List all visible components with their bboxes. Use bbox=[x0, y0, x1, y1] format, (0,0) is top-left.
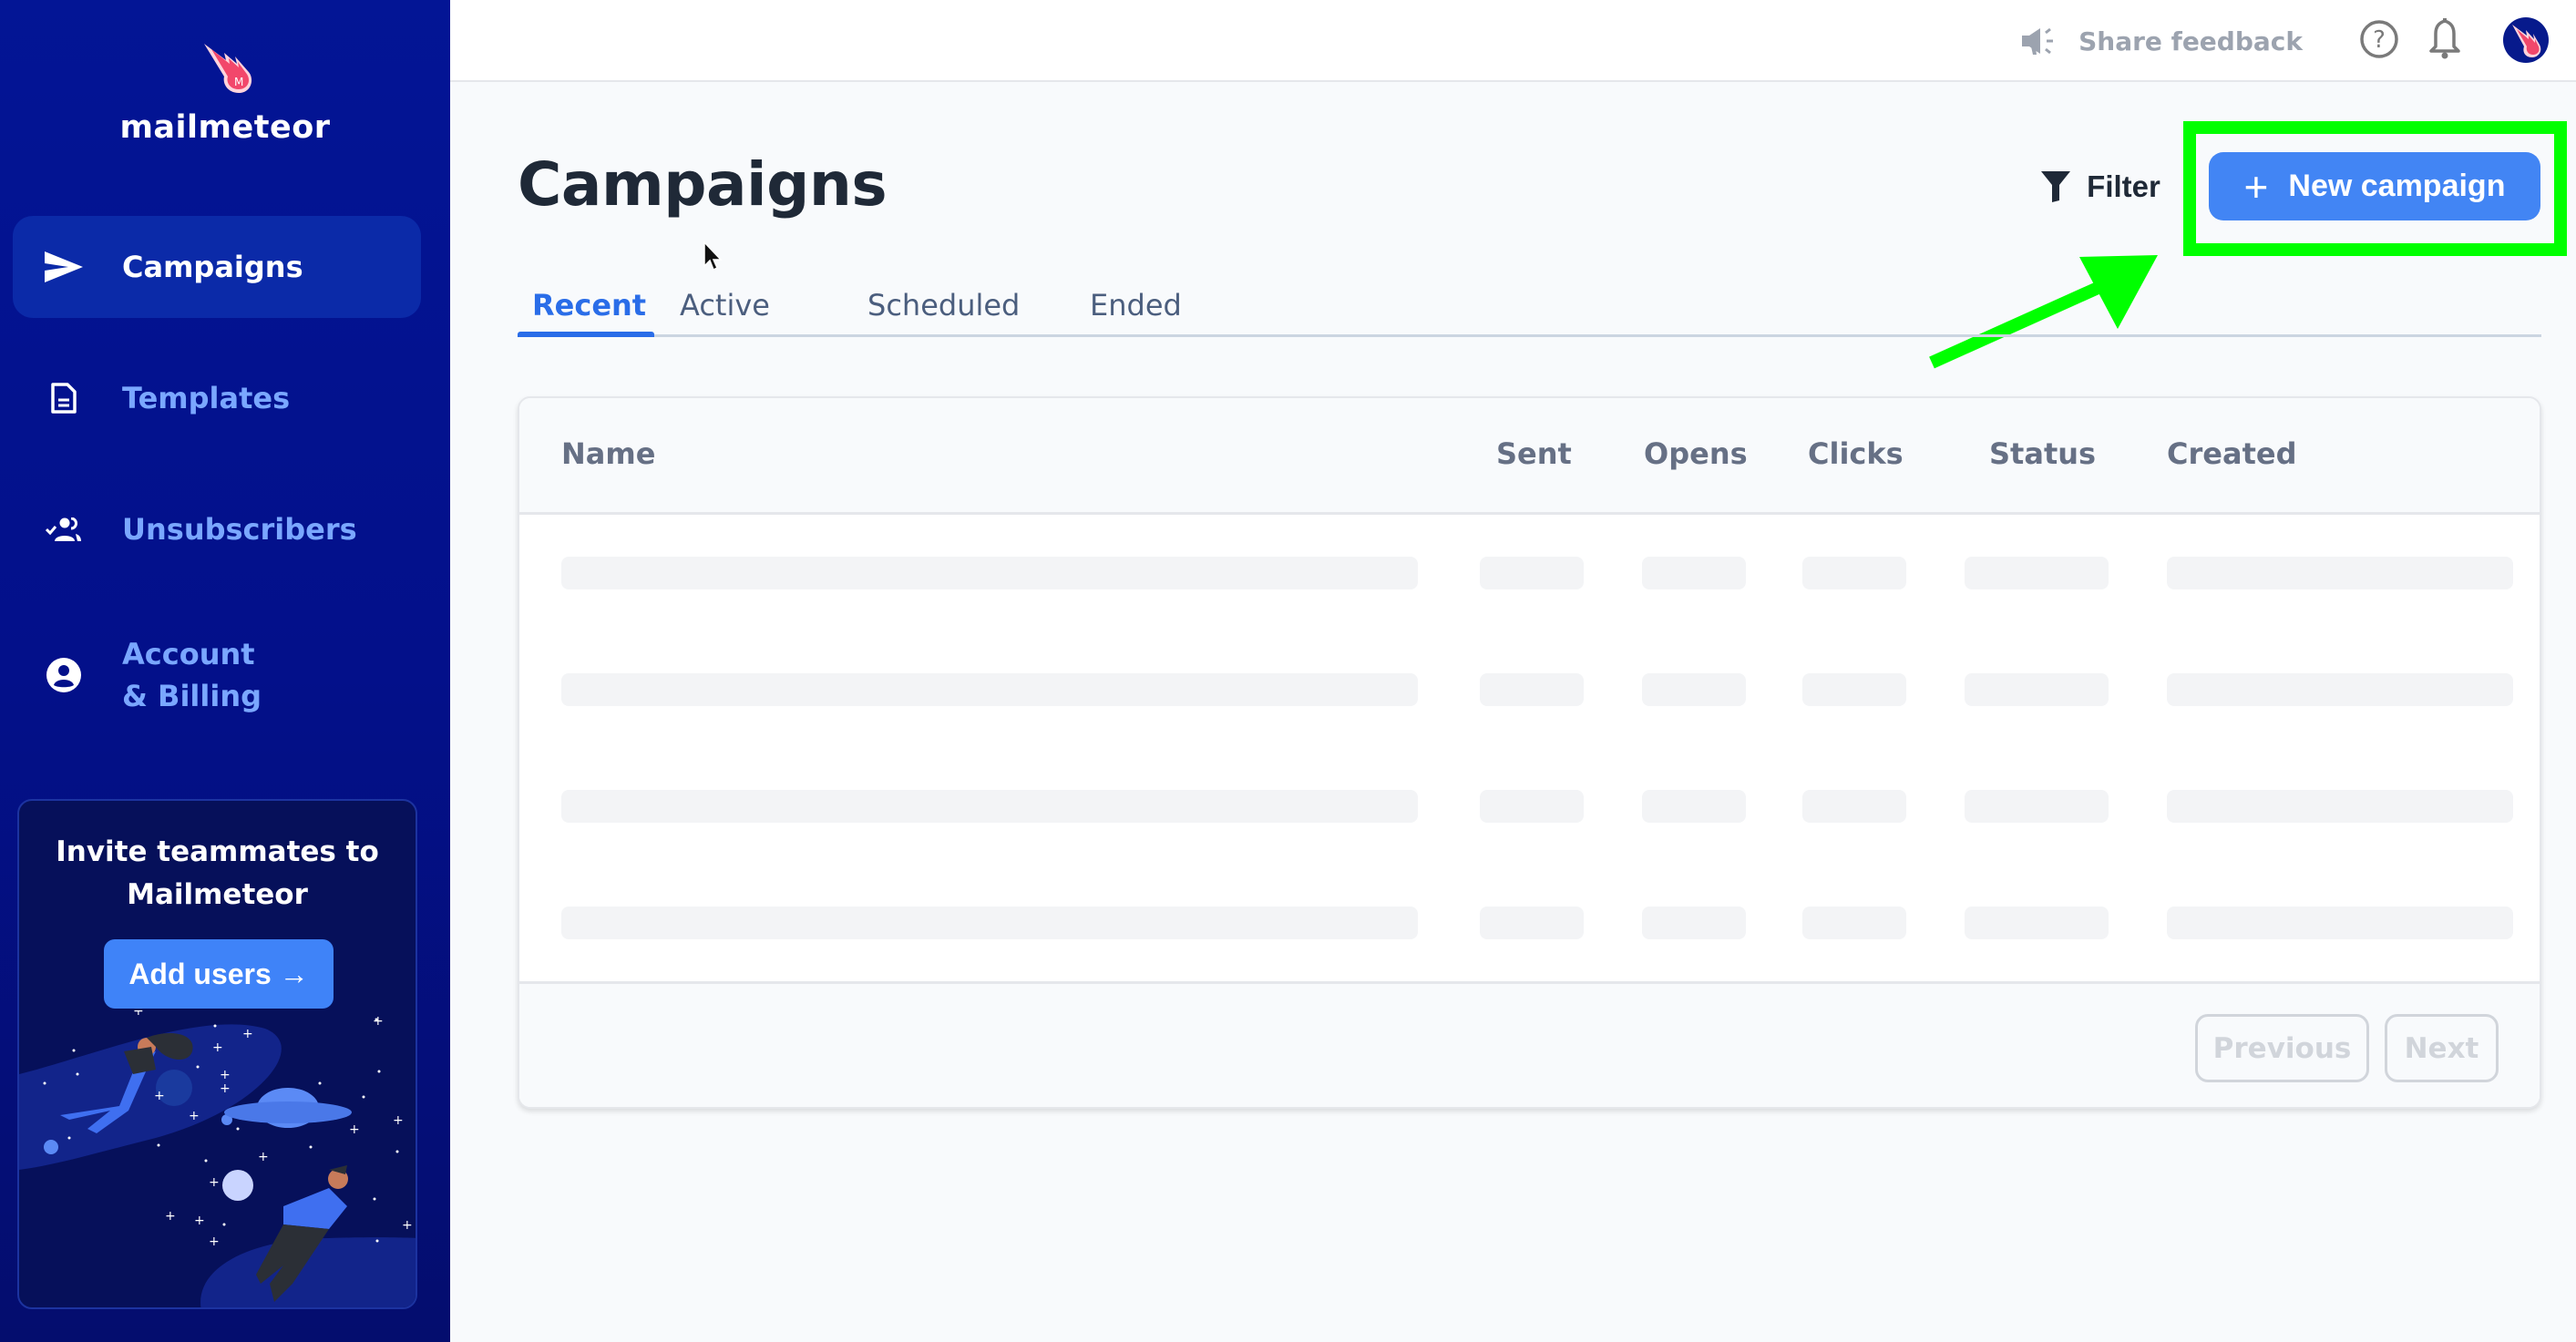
svg-text:+: + bbox=[220, 1081, 231, 1096]
svg-text:+: + bbox=[349, 1122, 360, 1137]
skeleton-cell bbox=[1642, 907, 1746, 939]
skeleton-cell bbox=[561, 790, 1418, 823]
column-header-clicks[interactable]: Clicks bbox=[1808, 436, 1904, 471]
share-feedback-button[interactable]: Share feedback bbox=[2020, 18, 2303, 64]
svg-text:+: + bbox=[194, 1214, 205, 1228]
sidebar-item-label: Account & Billing bbox=[122, 633, 262, 718]
column-header-sent[interactable]: Sent bbox=[1496, 436, 1572, 471]
svg-text:+: + bbox=[212, 1040, 223, 1055]
column-header-opens[interactable]: Opens bbox=[1644, 436, 1748, 471]
sidebar: M mailmeteor Campaigns Templates Unsubsc… bbox=[0, 0, 450, 1342]
skeleton-cell bbox=[1802, 673, 1906, 706]
label-line-2: & Billing bbox=[122, 679, 262, 713]
skeleton-cell bbox=[1480, 790, 1584, 823]
filter-button[interactable]: Filter bbox=[2021, 153, 2181, 220]
megaphone-icon bbox=[2022, 27, 2054, 55]
sidebar-item-unsubscribers[interactable]: Unsubscribers bbox=[13, 478, 421, 580]
skeleton-cell bbox=[1965, 673, 2109, 706]
invite-title-line-2: Mailmeteor bbox=[127, 877, 308, 911]
skeleton-cell bbox=[1802, 557, 1906, 589]
column-header-created[interactable]: Created bbox=[2167, 436, 2296, 471]
skeleton-cell bbox=[1802, 790, 1906, 823]
filter-icon bbox=[2041, 171, 2071, 202]
skeleton-cell bbox=[1642, 557, 1746, 589]
svg-text:+: + bbox=[242, 1027, 253, 1041]
sidebar-item-account-billing[interactable]: Account & Billing bbox=[13, 623, 421, 727]
svg-text:+: + bbox=[189, 1109, 200, 1123]
help-icon[interactable]: ? bbox=[2359, 19, 2399, 63]
svg-text:+: + bbox=[209, 1234, 220, 1249]
svg-text:+: + bbox=[154, 1089, 165, 1103]
skeleton-cell bbox=[2167, 790, 2513, 823]
invite-title-line-1: Invite teammates to bbox=[56, 835, 379, 868]
skeleton-cell bbox=[561, 907, 1418, 939]
svg-text:+: + bbox=[220, 1068, 231, 1082]
skeleton-cell bbox=[2167, 557, 2513, 589]
tab-scheduled[interactable]: Scheduled bbox=[853, 279, 1034, 332]
table-footer: Previous Next bbox=[519, 981, 2540, 1107]
top-bar: Share feedback ? bbox=[450, 0, 2576, 82]
add-users-button[interactable]: Add users → bbox=[104, 939, 334, 1009]
page-title: Campaigns bbox=[518, 149, 888, 220]
send-icon bbox=[44, 247, 84, 287]
svg-text:M: M bbox=[234, 76, 243, 88]
space-illustration: ++ ++ ++ ++ ++ ++ ++ ++ bbox=[19, 1010, 416, 1307]
column-header-name[interactable]: Name bbox=[561, 436, 655, 471]
campaigns-table: Name Sent Opens Clicks Status Created Pr… bbox=[518, 396, 2541, 1109]
plus-icon: + bbox=[2243, 162, 2269, 210]
meteor-logo-icon: M bbox=[204, 44, 252, 93]
next-page-button[interactable]: Next bbox=[2385, 1014, 2499, 1082]
tab-recent[interactable]: Recent bbox=[518, 279, 661, 332]
skeleton-cell bbox=[1965, 557, 2109, 589]
tab-ended[interactable]: Ended bbox=[1075, 279, 1196, 332]
sidebar-item-templates[interactable]: Templates bbox=[13, 347, 421, 449]
active-tab-indicator bbox=[518, 332, 654, 337]
campaign-tabs: Recent Active Scheduled Ended bbox=[518, 273, 2541, 337]
invite-title: Invite teammates to Mailmeteor bbox=[19, 831, 416, 916]
invite-teammates-card: Invite teammates to Mailmeteor Add users… bbox=[17, 799, 417, 1309]
skeleton-cell bbox=[1965, 790, 2109, 823]
tab-active[interactable]: Active bbox=[665, 279, 785, 332]
svg-text:+: + bbox=[402, 1218, 413, 1233]
new-campaign-button[interactable]: + New campaign bbox=[2209, 152, 2540, 220]
skeleton-cell bbox=[561, 557, 1418, 589]
mouse-cursor-icon bbox=[703, 241, 723, 271]
filter-label: Filter bbox=[2087, 169, 2160, 203]
svg-text:+: + bbox=[165, 1209, 176, 1224]
skeleton-cell bbox=[1642, 790, 1746, 823]
brand-logo[interactable]: M mailmeteor bbox=[0, 36, 450, 146]
svg-text:+: + bbox=[393, 1113, 404, 1128]
skeleton-cell bbox=[2167, 907, 2513, 939]
skeleton-cell bbox=[1480, 557, 1584, 589]
svg-text:+: + bbox=[373, 1014, 384, 1029]
table-header: Name Sent Opens Clicks Status Created bbox=[519, 398, 2540, 515]
previous-page-button[interactable]: Previous bbox=[2195, 1014, 2369, 1082]
sidebar-item-label: Templates bbox=[122, 380, 291, 415]
account-circle-icon bbox=[44, 655, 84, 695]
bell-icon[interactable] bbox=[2428, 18, 2461, 64]
avatar[interactable] bbox=[2503, 17, 2549, 63]
sidebar-item-campaigns[interactable]: Campaigns bbox=[13, 216, 421, 318]
skeleton-cell bbox=[1965, 907, 2109, 939]
label-line-1: Account bbox=[122, 636, 255, 671]
brand-name: mailmeteor bbox=[119, 109, 331, 146]
skeleton-cell bbox=[1480, 907, 1584, 939]
users-check-icon bbox=[44, 509, 84, 549]
skeleton-cell bbox=[1802, 907, 1906, 939]
skeleton-cell bbox=[1480, 673, 1584, 706]
skeleton-cell bbox=[1642, 673, 1746, 706]
document-icon bbox=[44, 378, 84, 418]
svg-text:?: ? bbox=[2373, 26, 2386, 54]
new-campaign-label: New campaign bbox=[2288, 169, 2506, 203]
sidebar-item-label: Campaigns bbox=[122, 249, 303, 284]
sidebar-item-label: Unsubscribers bbox=[122, 511, 357, 547]
column-header-status[interactable]: Status bbox=[1989, 436, 2096, 471]
skeleton-cell bbox=[2167, 673, 2513, 706]
svg-text:+: + bbox=[133, 1010, 144, 1019]
svg-text:+: + bbox=[258, 1150, 269, 1164]
svg-text:+: + bbox=[209, 1175, 220, 1190]
skeleton-cell bbox=[561, 673, 1418, 706]
share-feedback-label: Share feedback bbox=[2078, 26, 2303, 56]
